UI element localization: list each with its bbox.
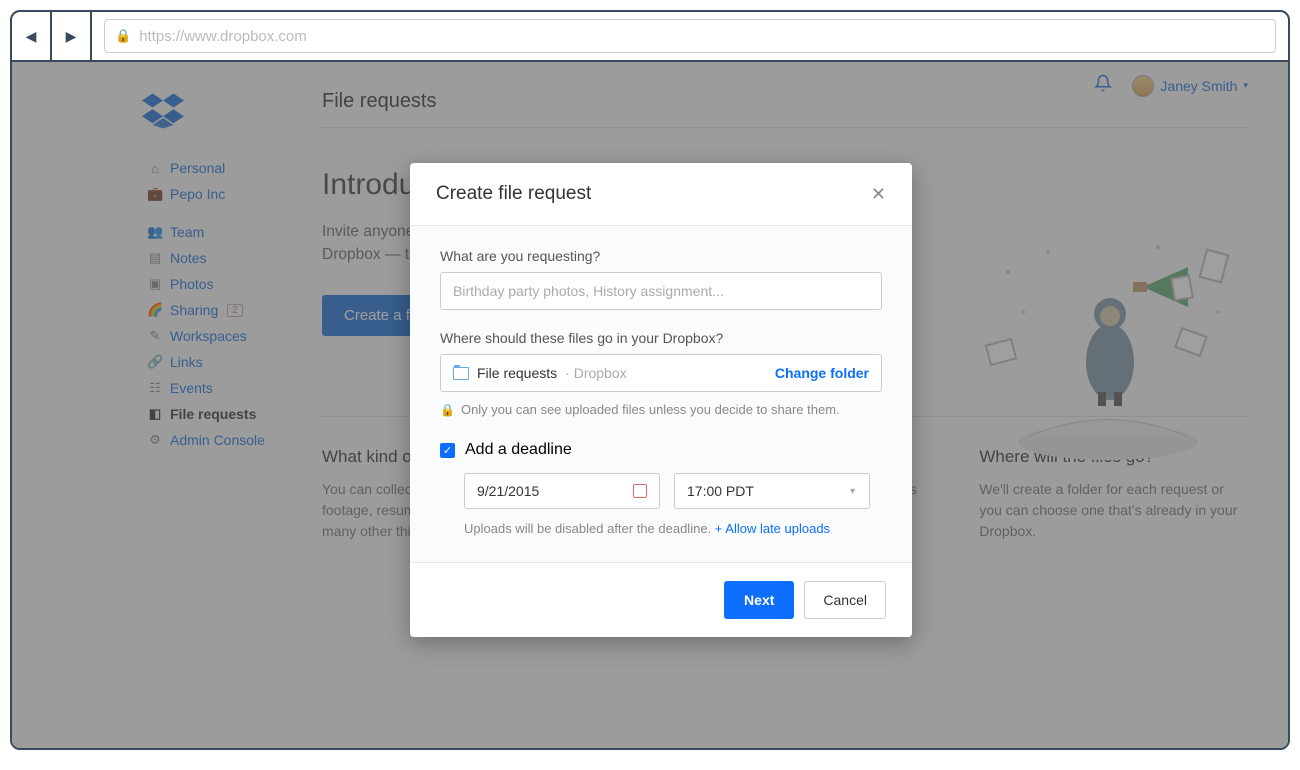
deadline-time-select[interactable]: 17:00 PDT ▼ — [674, 473, 870, 509]
request-name-label: What are you requesting? — [440, 248, 882, 264]
lock-icon: 🔒 — [440, 403, 455, 417]
allow-late-uploads-link[interactable]: + Allow late uploads — [715, 521, 830, 536]
cancel-button[interactable]: Cancel — [804, 581, 886, 619]
browser-forward-button[interactable]: ▶ — [52, 11, 92, 61]
folder-name: File requests — [477, 365, 557, 381]
chevron-down-icon: ▼ — [848, 486, 857, 496]
request-name-input[interactable] — [440, 272, 882, 310]
address-bar[interactable]: 🔒 https://www.dropbox.com — [104, 19, 1276, 53]
create-file-request-modal: Create file request ✕ What are you reque… — [410, 163, 912, 637]
destination-folder-box: File requests · Dropbox Change folder — [440, 354, 882, 392]
deadline-note-text: Uploads will be disabled after the deadl… — [464, 521, 715, 536]
deadline-date-value: 9/21/2015 — [477, 483, 539, 499]
browser-back-button[interactable]: ◀ — [12, 11, 52, 61]
next-button[interactable]: Next — [724, 581, 794, 619]
modal-title: Create file request — [436, 183, 591, 205]
deadline-date-input[interactable]: 9/21/2015 — [464, 473, 660, 509]
folder-icon — [453, 367, 469, 380]
url-text: https://www.dropbox.com — [139, 28, 307, 45]
destination-label: Where should these files go in your Drop… — [440, 330, 882, 346]
folder-sublabel: · Dropbox — [565, 365, 626, 381]
close-icon[interactable]: ✕ — [871, 184, 886, 205]
deadline-time-value: 17:00 PDT — [687, 483, 754, 499]
add-deadline-checkbox[interactable] — [440, 443, 455, 458]
browser-toolbar: ◀ ▶ 🔒 https://www.dropbox.com — [12, 12, 1288, 62]
add-deadline-label: Add a deadline — [465, 441, 572, 459]
calendar-icon — [633, 484, 647, 498]
lock-icon: 🔒 — [115, 28, 131, 44]
privacy-hint: Only you can see uploaded files unless y… — [461, 402, 840, 417]
change-folder-link[interactable]: Change folder — [775, 365, 869, 381]
